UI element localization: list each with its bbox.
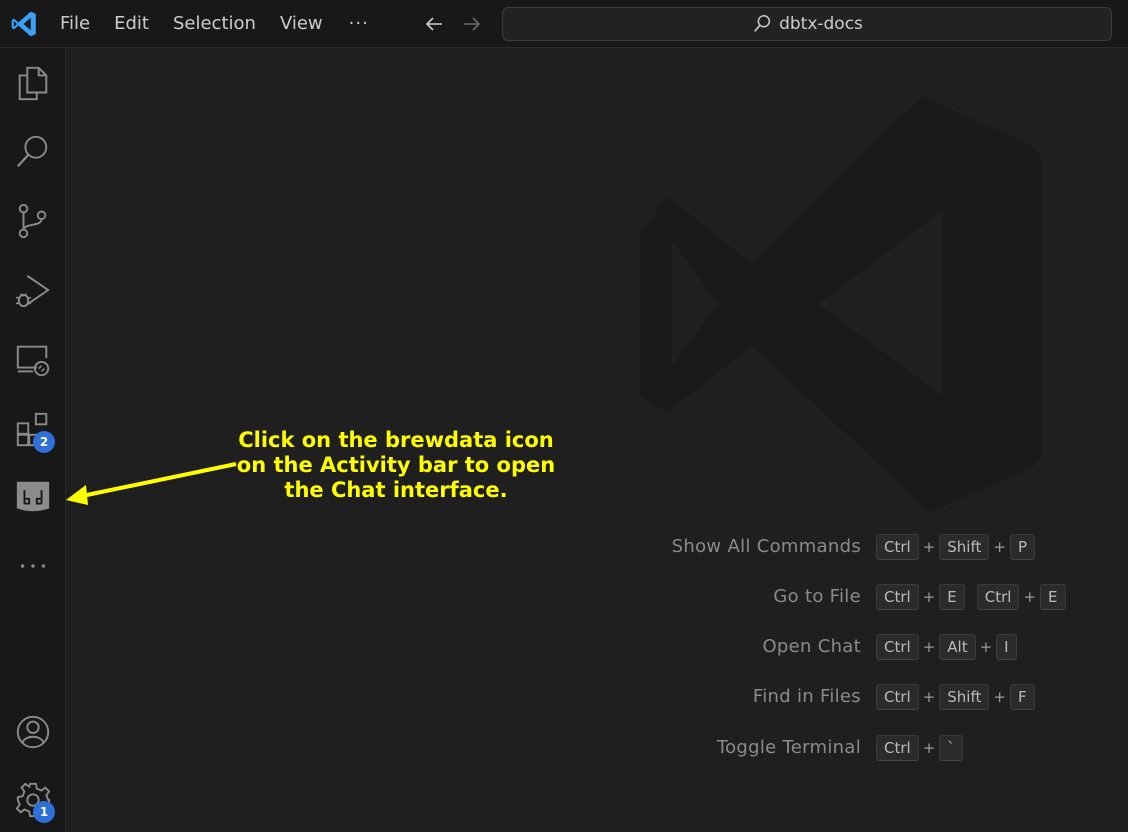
search-icon (16, 135, 48, 168)
key-cap: Ctrl (976, 584, 1020, 610)
key-cap: I (996, 634, 1017, 660)
menu-view[interactable]: View (268, 0, 335, 48)
key-cap: Shift (939, 534, 990, 560)
shortcut-label: Open Chat (762, 636, 861, 657)
key-cap: F (1009, 684, 1035, 710)
arrow-right-icon[interactable] (460, 12, 484, 36)
title-bar: File Edit Selection View ··· dbtx-docs (0, 0, 1128, 48)
key-cap: Ctrl (876, 684, 919, 710)
activity-run-debug[interactable] (0, 259, 66, 323)
shortcut-label: Find in Files (752, 686, 861, 707)
key-cap: E (1040, 584, 1066, 610)
activity-extensions[interactable]: 2 (0, 398, 66, 462)
key-cap: ` (939, 735, 963, 761)
shortcut-keys: Ctrl + Shift + P (876, 533, 1036, 561)
shortcut-row[interactable]: Show All Commands Ctrl + Shift + P (626, 532, 1126, 562)
brewdata-icon (16, 481, 50, 512)
arrow-left-icon[interactable] (422, 12, 446, 36)
key-cap: Alt (939, 634, 976, 660)
annotation-callout: Click on the brewdata icon on the Activi… (224, 428, 568, 503)
activity-explorer[interactable] (0, 51, 66, 115)
shortcut-row[interactable]: Toggle Terminal Ctrl + ` (626, 733, 1126, 763)
search-icon (754, 15, 771, 32)
remote-explorer-icon (16, 345, 50, 377)
shortcut-row[interactable]: Go to File Ctrl + E Ctrl + E (626, 582, 1126, 612)
activity-more[interactable] (0, 534, 66, 598)
key-cap: P (1009, 534, 1036, 560)
key-cap: Ctrl (876, 735, 919, 761)
source-control-icon (18, 203, 47, 239)
menu-file[interactable]: File (48, 0, 102, 48)
shortcut-label: Go to File (773, 586, 861, 607)
shortcut-label: Show All Commands (671, 536, 861, 557)
annotation-line: Click on the brewdata icon (238, 428, 554, 452)
shortcut-keys: Ctrl + E Ctrl + E (876, 583, 1066, 611)
shortcut-keys: Ctrl + Shift + F (876, 683, 1035, 711)
shortcut-label: Toggle Terminal (716, 737, 861, 758)
shortcut-row[interactable]: Open Chat Ctrl + Alt + I (626, 632, 1126, 662)
key-cap: Shift (939, 684, 990, 710)
vscode-logo-icon[interactable] (10, 10, 38, 38)
activity-source-control[interactable] (0, 189, 66, 253)
extensions-badge: 2 (33, 431, 55, 453)
activity-manage[interactable]: 1 (0, 768, 66, 832)
key-cap: Ctrl (876, 634, 919, 660)
activity-bar: 2 1 (0, 48, 66, 832)
account-icon (16, 715, 50, 749)
key-cap: Ctrl (876, 584, 919, 610)
command-center-search[interactable]: dbtx-docs (502, 7, 1112, 41)
annotation-line: the Chat interface. (284, 478, 508, 502)
files-icon (18, 66, 48, 101)
annotation-arrow-icon (66, 462, 237, 505)
manage-badge: 1 (33, 801, 55, 823)
run-debug-icon (15, 275, 50, 308)
menu-bar: File Edit Selection View ··· (48, 0, 383, 48)
workspace-name: dbtx-docs (779, 14, 863, 34)
annotation-line: on the Activity bar to open (236, 453, 556, 477)
activity-remote-explorer[interactable] (0, 328, 66, 392)
menu-selection[interactable]: Selection (161, 0, 268, 48)
vscode-watermark-icon (640, 96, 1042, 512)
shortcut-keys: Ctrl + ` (876, 734, 963, 762)
activity-brewdata[interactable] (0, 464, 66, 528)
menu-edit[interactable]: Edit (102, 0, 161, 48)
shortcut-row[interactable]: Find in Files Ctrl + Shift + F (626, 682, 1126, 712)
activity-search[interactable] (0, 120, 66, 184)
key-cap: Ctrl (876, 534, 919, 560)
key-cap: E (939, 584, 965, 610)
activity-accounts[interactable] (0, 700, 66, 764)
shortcut-keys: Ctrl + Alt + I (876, 633, 1017, 661)
menu-more-button[interactable]: ··· (335, 0, 383, 48)
ellipsis-icon (20, 564, 46, 568)
